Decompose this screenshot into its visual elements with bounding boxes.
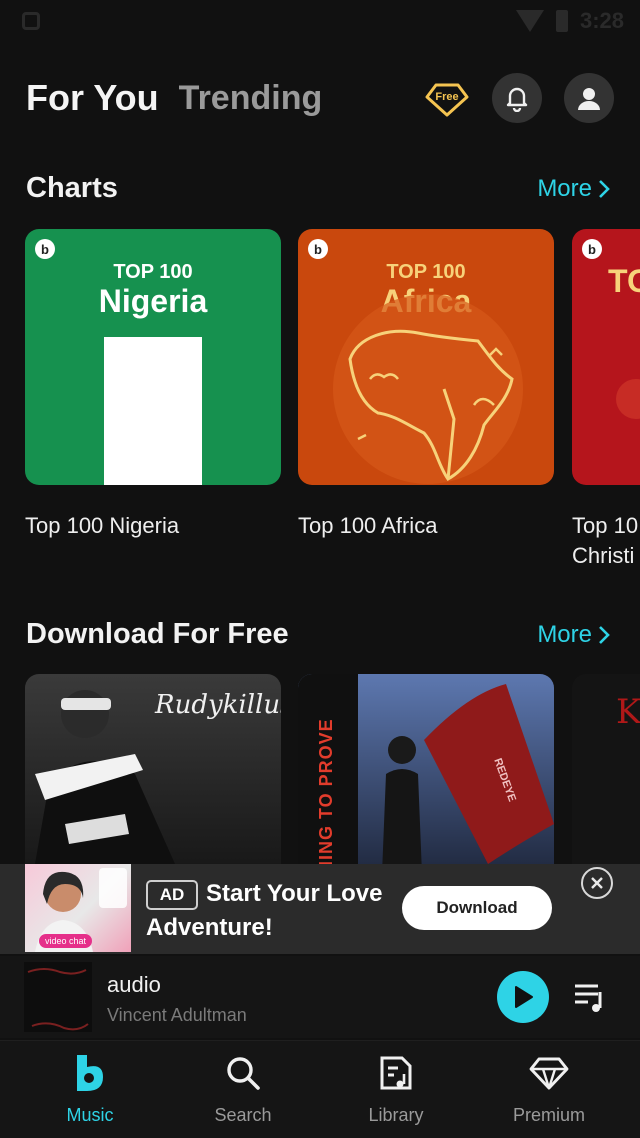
play-icon <box>515 986 533 1008</box>
ad-tag: AD <box>146 880 198 910</box>
nav-item-premium[interactable]: Premium <box>469 1041 629 1138</box>
card-big-text: Nigeria <box>98 283 208 319</box>
card-top-text: TO <box>608 263 640 299</box>
card-top-text: TOP 100 <box>113 261 193 283</box>
ad-close-button[interactable] <box>581 867 613 899</box>
album-overlay-text: K <box>616 692 640 732</box>
library-icon <box>376 1053 416 1093</box>
bottom-nav: Music Search Library Premium <box>0 1040 640 1138</box>
profile-button[interactable] <box>564 73 614 123</box>
status-time: 3:28 <box>579 8 624 33</box>
mini-player[interactable]: audio Vincent Adultman <box>0 956 640 1038</box>
download-header: Download For Free More <box>26 618 610 651</box>
ad-thumbnail: video chat <box>25 864 131 952</box>
search-icon <box>223 1053 263 1093</box>
charts-carousel[interactable]: b TOP 100 Nigeria Top 100 Nigeria b TOP … <box>0 229 640 574</box>
ad-title-line2: Adventure! <box>146 914 273 941</box>
chart-card-art: b TOP 100 Africa <box>298 229 554 485</box>
chart-card-art: b TOP 100 Nigeria <box>25 229 281 485</box>
section-title-charts: Charts <box>26 172 118 204</box>
free-badge-label: Free <box>435 91 459 103</box>
nav-label: Search <box>214 1105 272 1125</box>
album-overlay-text: Rudykillus <box>155 690 281 720</box>
diamond-icon <box>529 1053 569 1093</box>
player-artwork <box>24 962 92 1032</box>
boomplay-logo-icon: b <box>35 239 55 259</box>
africa-map-icon <box>333 294 523 484</box>
ad-download-button[interactable]: Download <box>402 886 552 930</box>
album-card-rudykillus[interactable]: Rudykillus <box>25 674 281 864</box>
nav-label: Music <box>66 1105 114 1125</box>
flag-stripe <box>104 337 202 485</box>
chart-card-label: Top 10 Christi <box>572 513 639 568</box>
player-artist: Vincent Adultman <box>107 1005 247 1025</box>
card-decoration <box>616 379 640 419</box>
nav-label: Library <box>368 1105 424 1125</box>
charts-header: Charts More <box>26 172 610 205</box>
download-carousel[interactable]: Rudykillus HING TO PROVE REDEYE K <box>0 674 640 864</box>
player-track-title: audio <box>107 972 161 997</box>
chart-card-art: b TO <box>572 229 640 485</box>
ad-banner[interactable]: video chat AD Start Your Love Adventure!… <box>0 864 640 954</box>
download-more-link[interactable]: More <box>537 621 610 649</box>
album-card-third[interactable]: K <box>572 674 640 864</box>
b-logo-icon <box>70 1053 110 1093</box>
queue-button[interactable] <box>572 980 608 1014</box>
chevron-right-icon <box>599 179 610 198</box>
chart-card-christian[interactable]: b TO Top 10 Christi <box>572 229 640 571</box>
nav-label: Premium <box>512 1105 585 1125</box>
nav-item-search[interactable]: Search <box>163 1041 323 1138</box>
free-badge[interactable]: Free <box>424 75 470 121</box>
nav-item-library[interactable]: Library <box>316 1041 476 1138</box>
boomplay-logo-icon: b <box>582 239 602 259</box>
more-label: More <box>537 620 592 648</box>
close-icon <box>591 877 603 889</box>
artwork-image <box>27 968 89 1031</box>
bell-icon <box>506 87 528 112</box>
user-icon <box>578 88 600 110</box>
notifications-button[interactable] <box>492 73 542 123</box>
top-header: For You Trending Free <box>26 70 614 126</box>
album-photo <box>382 684 554 864</box>
sim-icon <box>22 12 40 30</box>
battery-icon <box>555 10 568 32</box>
tab-for-you[interactable]: For You <box>26 77 159 119</box>
play-button[interactable] <box>497 971 549 1023</box>
playlist-icon <box>575 984 602 1012</box>
tab-trending[interactable]: Trending <box>179 79 323 118</box>
status-bar: 3:28 <box>0 0 640 44</box>
section-title-download: Download For Free <box>26 618 289 650</box>
chart-card-africa[interactable]: b TOP 100 Africa Top 100 Africa <box>298 229 554 541</box>
more-label: More <box>537 174 592 202</box>
chart-card-nigeria[interactable]: b TOP 100 Nigeria Top 100 Nigeria <box>25 229 281 541</box>
chevron-right-icon <box>599 625 610 644</box>
ad-thumb-pill: video chat <box>39 934 93 948</box>
chart-card-label: Top 100 Nigeria <box>25 513 180 538</box>
wifi-icon <box>515 10 544 32</box>
nav-item-music[interactable]: Music <box>10 1041 170 1138</box>
charts-more-link[interactable]: More <box>537 175 610 203</box>
chart-card-label: Top 100 Africa <box>298 513 438 538</box>
album-card-redeye[interactable]: HING TO PROVE REDEYE <box>298 674 554 864</box>
ad-title-line1: Start Your Love <box>206 880 383 907</box>
